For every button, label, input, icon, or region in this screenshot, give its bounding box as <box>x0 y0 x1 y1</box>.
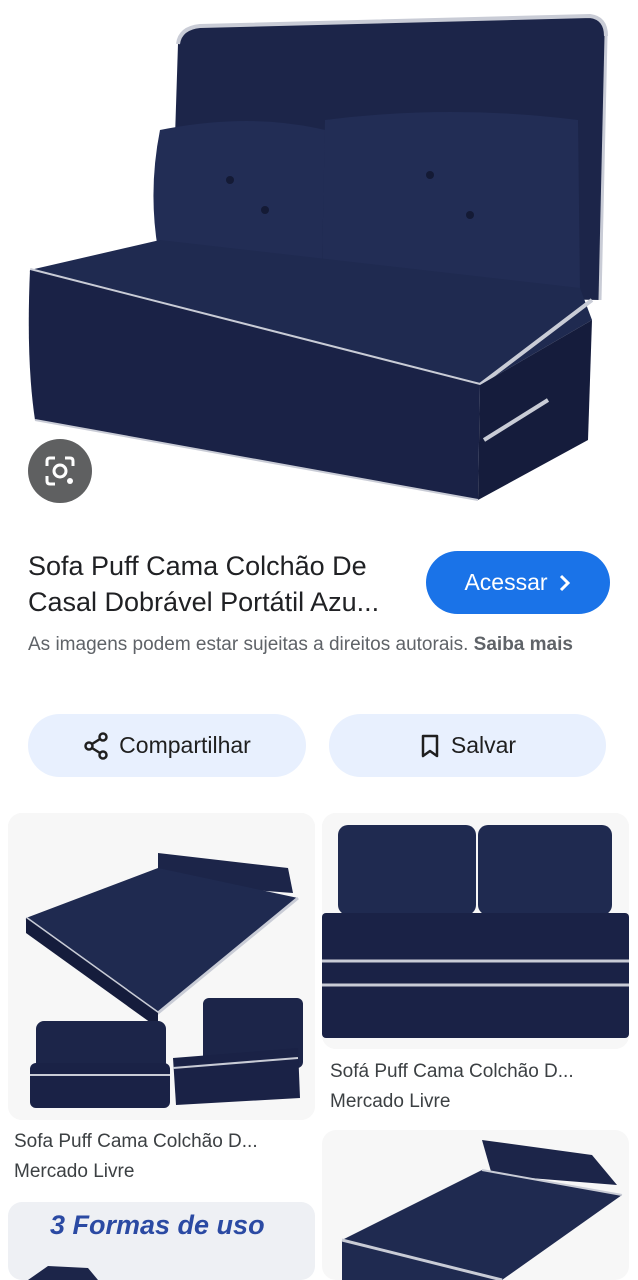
sofa-thumbnail <box>322 813 629 1049</box>
lens-search-button[interactable] <box>28 439 92 503</box>
chevron-right-icon <box>559 574 570 591</box>
copyright-text: As imagens podem estar sujeitas a direit… <box>28 634 469 655</box>
related-promo-text: 3 Formas de uso <box>50 1210 265 1240</box>
sofa-bed-thumbnail <box>8 813 315 1120</box>
share-label: Compartilhar <box>119 732 251 758</box>
visit-button[interactable]: Acessar <box>426 551 610 614</box>
save-label: Salvar <box>450 732 517 758</box>
related-caption-1[interactable]: Sofa Puff Cama Colchão D... <box>14 1128 314 1156</box>
sofa-bed-thumbnail-partial <box>341 1140 623 1280</box>
related-image-1[interactable] <box>8 813 315 1120</box>
title-line-2: Casal Dobrável Portátil Azu... <box>28 587 380 617</box>
visit-button-label: Acessar <box>464 569 548 595</box>
bookmark-icon <box>421 734 439 757</box>
save-button[interactable]: Salvar <box>329 714 606 777</box>
sofa-illustration <box>28 13 608 501</box>
share-icon <box>84 731 108 760</box>
related-image-4[interactable] <box>322 1130 629 1280</box>
related-image-2[interactable] <box>322 813 629 1049</box>
learn-more-link[interactable]: Saiba mais <box>474 634 573 655</box>
related-source-2: Mercado Livre <box>330 1091 451 1112</box>
main-product-image[interactable] <box>0 0 638 520</box>
lens-icon <box>45 456 75 486</box>
title-line-1: Sofa Puff Cama Colchão De <box>28 551 367 581</box>
related-caption-2[interactable]: Sofá Puff Cama Colchão D... <box>330 1058 620 1086</box>
copyright-notice: As imagens podem estar sujeitas a direit… <box>28 630 608 659</box>
related-source-1: Mercado Livre <box>14 1161 135 1182</box>
share-button[interactable]: Compartilhar <box>28 714 306 777</box>
product-title[interactable]: Sofa Puff Cama Colchão De Casal Dobrável… <box>28 548 408 620</box>
